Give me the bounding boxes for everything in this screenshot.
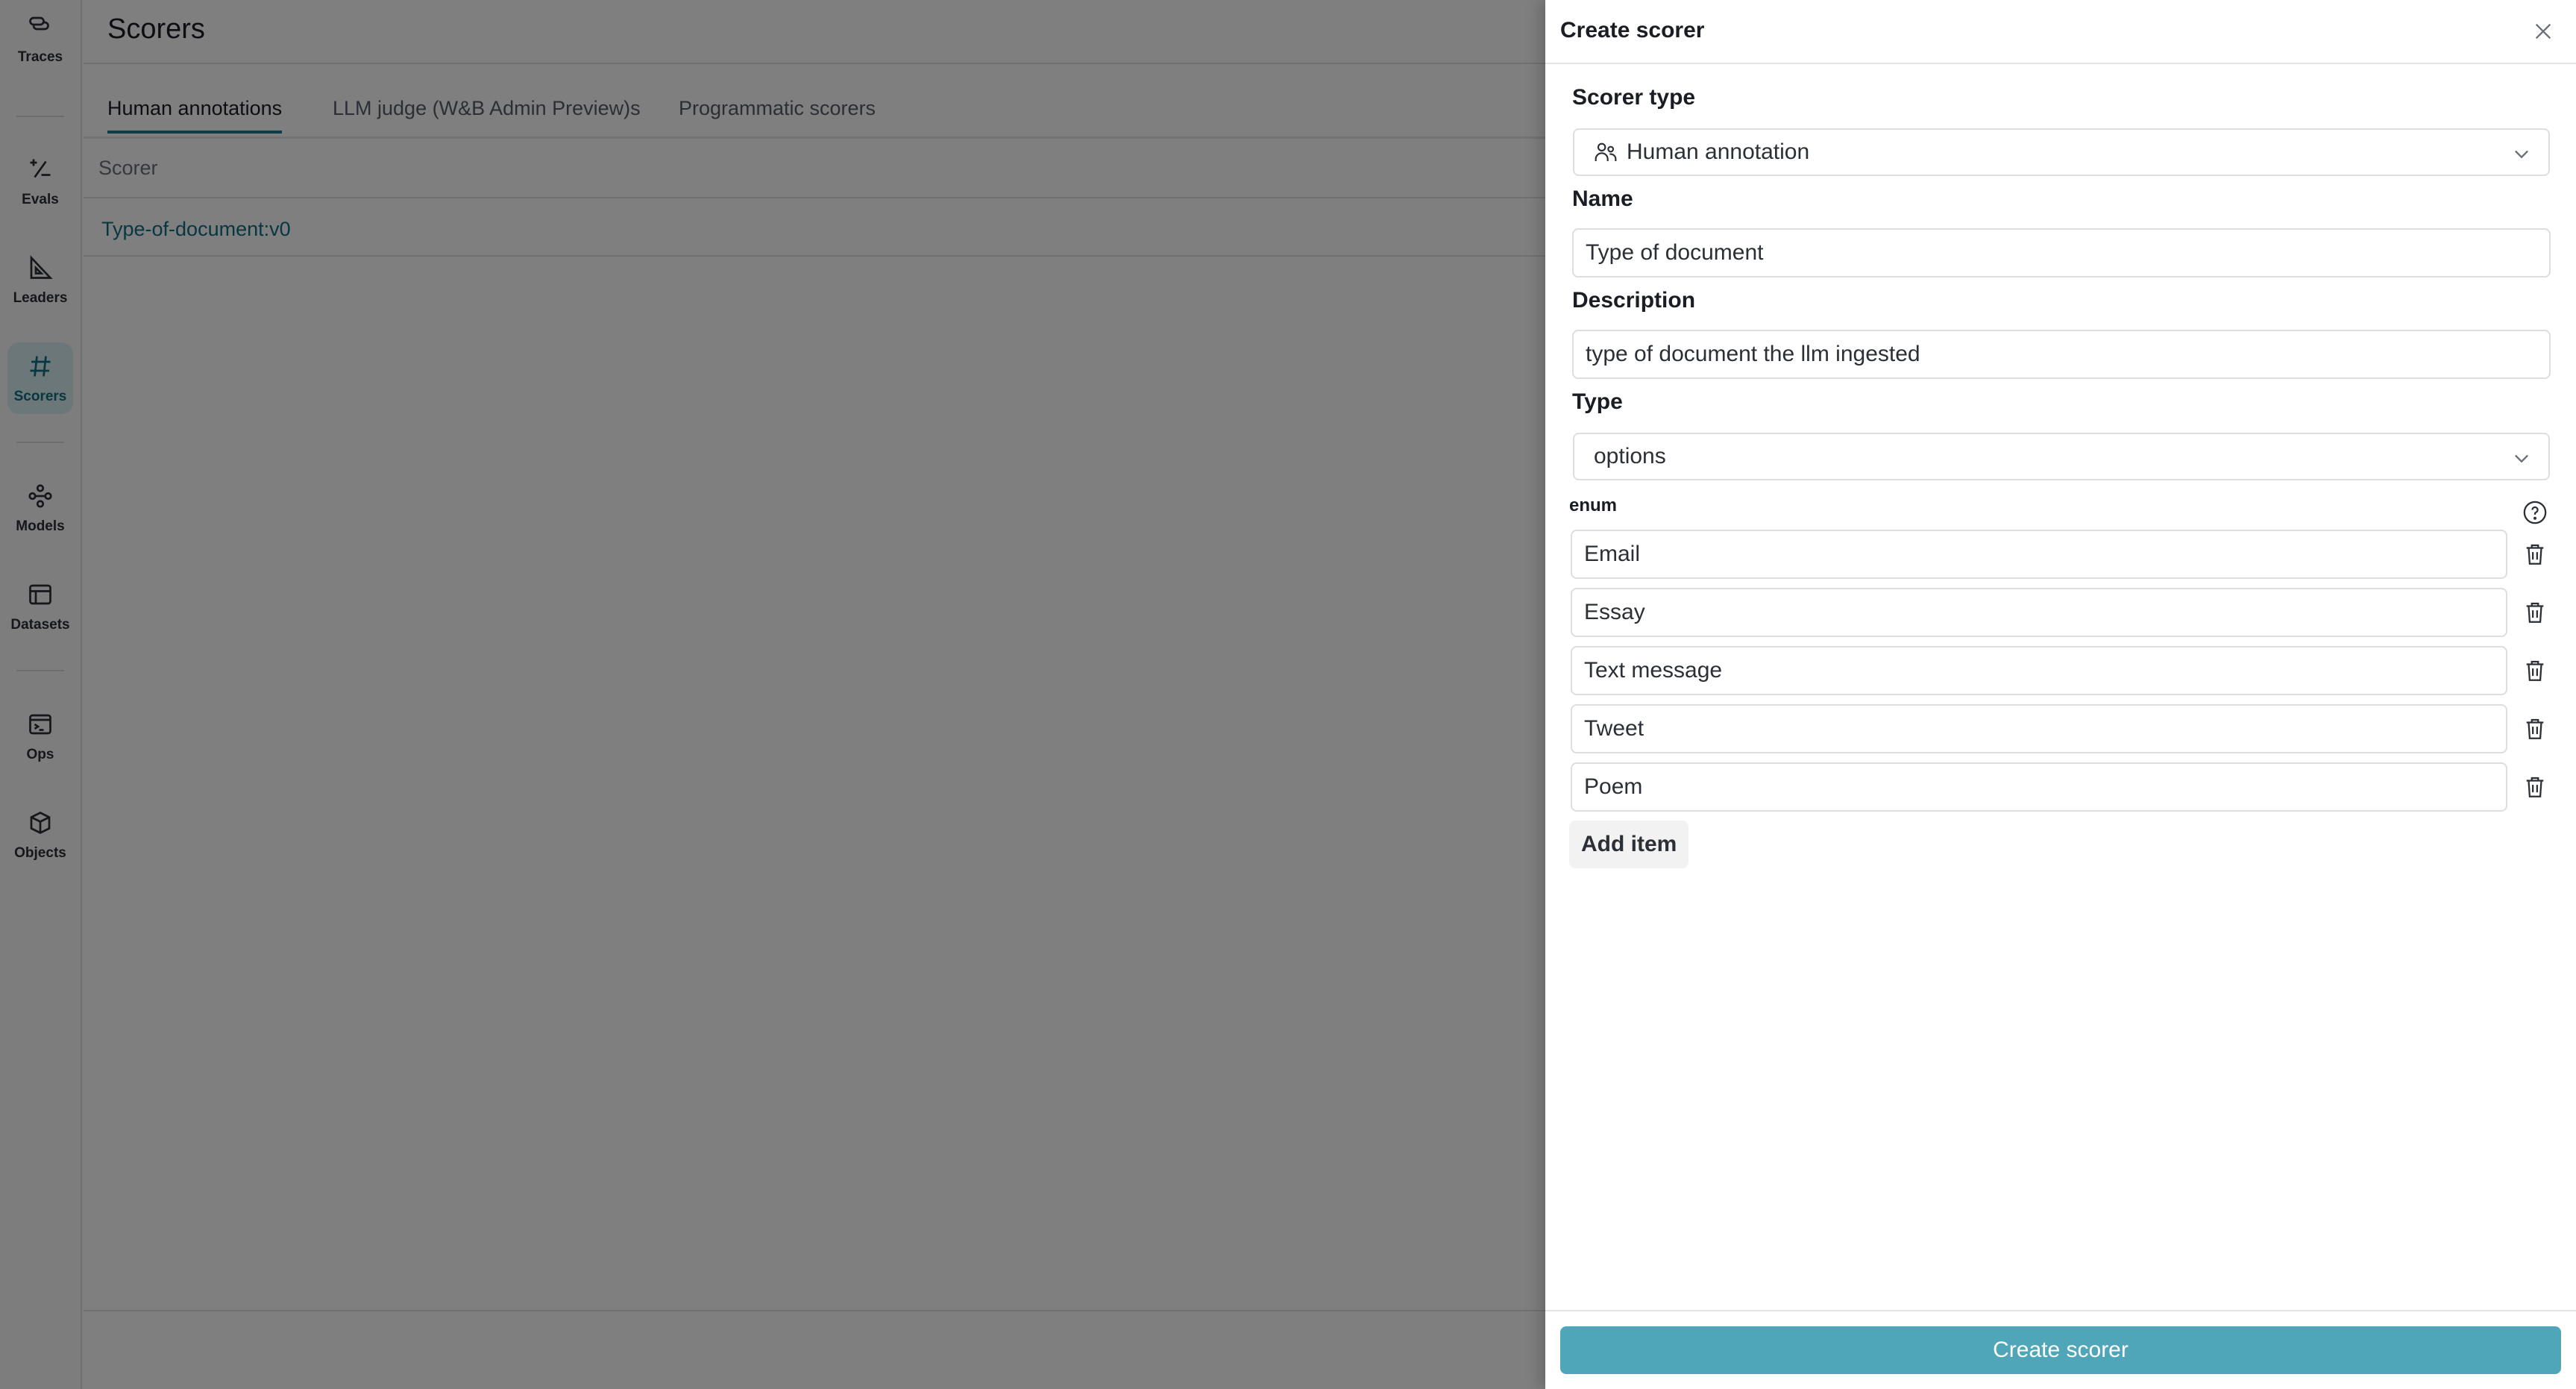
trash-icon[interactable] [2522, 716, 2548, 741]
create-scorer-button[interactable]: Create scorer [1560, 1326, 2561, 1374]
trash-icon[interactable] [2522, 658, 2548, 683]
trash-icon[interactable] [2522, 600, 2548, 625]
close-button[interactable] [2530, 18, 2557, 45]
chevron-down-icon [2515, 150, 2528, 159]
chevron-down-icon [2515, 454, 2528, 463]
name-label: Name [1572, 186, 1633, 211]
drawer-title: Create scorer [1560, 18, 1705, 43]
close-icon [2535, 23, 2551, 40]
users-icon [1595, 142, 1617, 161]
description-label: Description [1572, 288, 1696, 313]
type-value: options [1594, 444, 1666, 468]
add-item-button[interactable]: Add item [1569, 821, 1689, 868]
enum-item-input[interactable]: Tweet [1571, 704, 2507, 753]
scorer-type-value: Human annotation [1627, 139, 1810, 164]
drawer-footer-divider [1545, 1310, 2576, 1311]
trash-icon[interactable] [2522, 542, 2548, 567]
enum-label: enum [1569, 495, 1618, 515]
drawer-header: Create scorer [1545, 0, 2576, 64]
enum-item-input[interactable]: Email [1571, 530, 2507, 579]
enum-item-input[interactable]: Essay [1571, 588, 2507, 637]
name-input[interactable]: Type of document [1572, 228, 2551, 278]
type-label: Type [1572, 389, 1623, 414]
scorer-type-label: Scorer type [1572, 85, 1696, 110]
type-select[interactable]: options [1573, 433, 2550, 480]
scorer-type-select[interactable]: Human annotation [1573, 128, 2550, 176]
create-scorer-drawer: Create scorer Scorer type Human annotati… [1545, 0, 2576, 1389]
enum-item-input[interactable]: Poem [1571, 762, 2507, 812]
help-icon[interactable] [2522, 500, 2548, 525]
enum-item-input[interactable]: Text message [1571, 646, 2507, 695]
description-input[interactable]: type of document the llm ingested [1572, 330, 2551, 379]
trash-icon[interactable] [2522, 774, 2548, 800]
